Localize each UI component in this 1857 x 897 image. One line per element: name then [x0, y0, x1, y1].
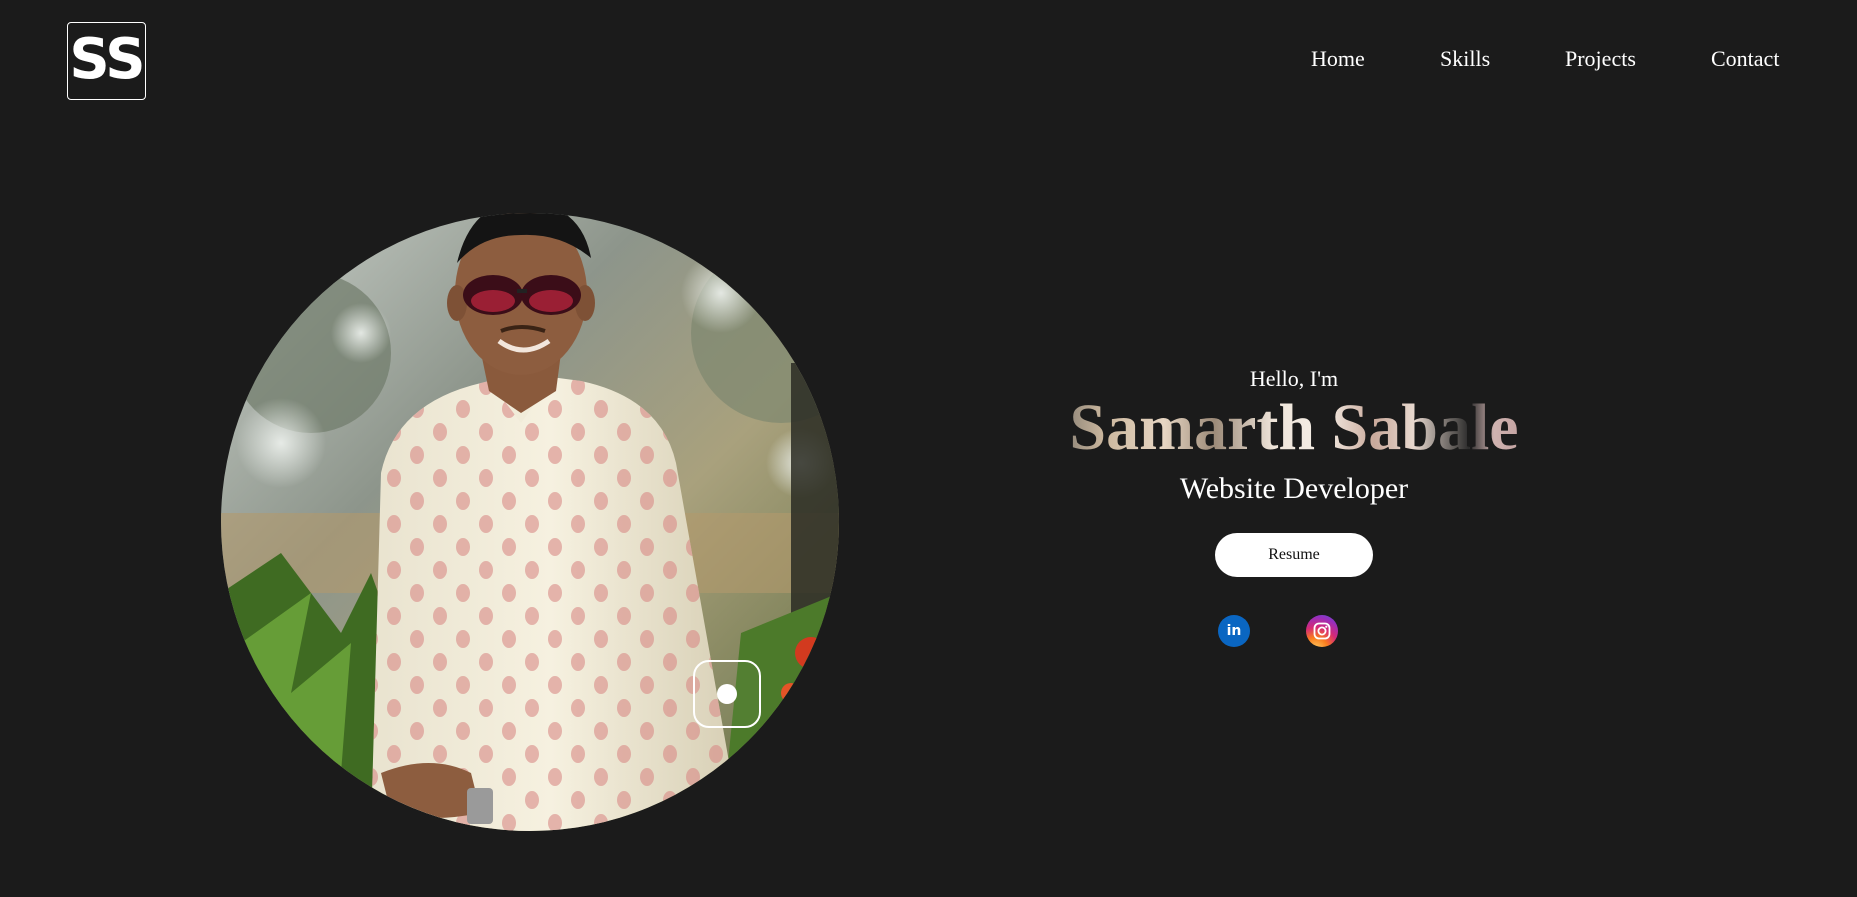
nav-home[interactable]: Home [1311, 46, 1365, 72]
portrait-photo [221, 213, 839, 831]
nav-projects[interactable]: Projects [1565, 46, 1636, 72]
linkedin-icon[interactable]: in [1218, 615, 1250, 647]
linkedin-icon-glyph: in [1226, 623, 1242, 639]
nav-contact[interactable]: Contact [1711, 46, 1779, 72]
nav-skills[interactable]: Skills [1440, 46, 1490, 72]
greeting-text: Hello, I'm [1249, 366, 1339, 391]
photo-badge-icon[interactable] [693, 660, 761, 728]
hero-role: Website Developer [1179, 472, 1409, 505]
portfolio-page: SS Home Skills Projects Contact Hello, I… [0, 0, 1857, 897]
instagram-icon[interactable] [1306, 615, 1338, 647]
badge-dot [717, 684, 737, 704]
main-nav: Home Skills Projects Contact [0, 46, 1857, 76]
instagram-icon-glyph [1313, 622, 1331, 640]
portrait-illustration [221, 213, 839, 831]
hero-name: Samarth Sabale [1044, 391, 1544, 465]
resume-button[interactable]: Resume [1215, 533, 1373, 577]
